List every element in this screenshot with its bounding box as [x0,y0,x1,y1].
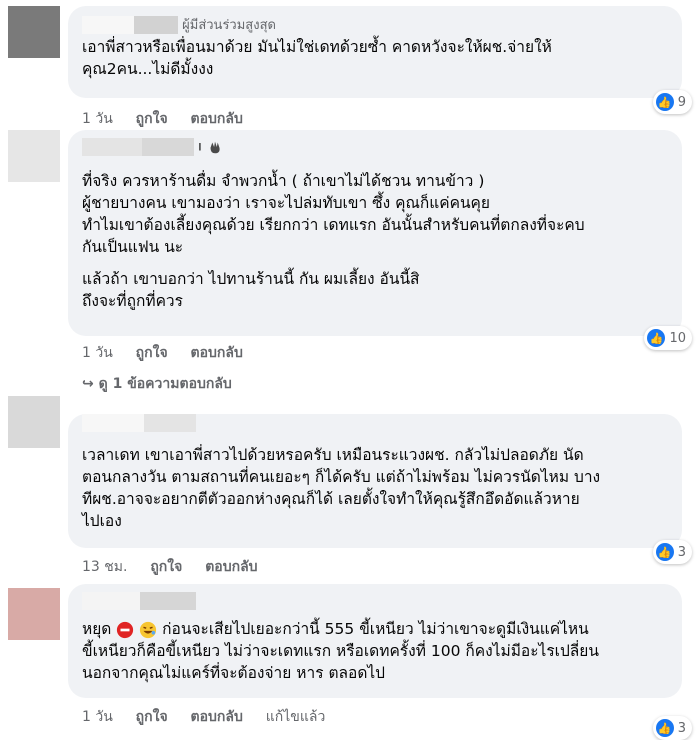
author-name-suffix: ı [198,139,202,155]
comment-bubble: ı ที่จริง ควรหาร้านดื่ม จำพวกน้ำ ( ถ้าเข… [68,130,682,336]
comment-meta: 13 ชม. ถูกใจ ตอบกลับ [82,556,276,578]
author-name-blurred[interactable] [134,15,178,34]
avatar[interactable] [8,588,60,640]
comment-meta: 1 วัน ถูกใจ ตอบกลับ แก้ไขแล้ว [82,706,343,728]
timestamp[interactable]: 1 วัน [82,709,113,725]
edited-label: แก้ไขแล้ว [265,709,326,725]
comment-meta: 1 วัน ถูกใจ ตอบกลับ [82,342,261,364]
author-name-blurred[interactable] [144,414,196,432]
view-replies-link[interactable]: ↪ ดู 1 ข้อความตอบกลับ [82,373,232,395]
comment-text-start: หยุด [82,620,112,638]
reply-button[interactable]: ตอบกลับ [191,111,243,127]
like-icon: 👍 [655,719,674,737]
reaction-count[interactable]: 👍 3 [652,716,692,740]
reaction-number: 9 [677,94,686,110]
comment-author[interactable]: ı [82,138,668,160]
comment-author[interactable] [82,592,668,614]
comment-bubble: หยุด ก่อนจะเสียไปเยอะกว่านี้ 555 ขี้เหนี… [68,584,682,698]
comment-bubble: เวลาเดท เขาเอาพี่สาวไปด้วยหรอครับ เหมือน… [68,414,682,548]
timestamp[interactable]: 13 ชม. [82,559,127,575]
reply-button[interactable]: ตอบกลับ [191,345,243,361]
like-icon: 👍 [655,93,674,111]
top-contributor-badge: ผู้มีส่วนร่วมสูงสุด [182,18,276,33]
reply-button[interactable]: ตอบกลับ [205,559,257,575]
comment-meta: 1 วัน ถูกใจ ตอบกลับ [82,108,261,130]
like-button[interactable]: ถูกใจ [136,709,168,725]
reaction-count[interactable]: 👍 3 [652,540,692,564]
reaction-number: 3 [677,544,686,560]
view-replies-label: ดู 1 ข้อความตอบกลับ [98,376,232,392]
reaction-count[interactable]: 👍 9 [652,90,692,114]
comment-text: ที่จริง ควรหาร้านดื่ม จำพวกน้ำ ( ถ้าเขาไ… [82,172,585,256]
like-button[interactable]: ถูกใจ [136,345,168,361]
wave-hand-icon [210,141,220,154]
author-name-blurred[interactable] [82,592,140,610]
like-button[interactable]: ถูกใจ [136,111,168,127]
like-icon: 👍 [655,543,674,561]
avatar[interactable] [8,130,60,182]
comment-text: แล้วถ้า เขาบอกว่า ไปทานร้านนี้ กัน ผมเลี… [82,270,420,310]
timestamp[interactable]: 1 วัน [82,345,113,361]
comment-author[interactable] [82,414,668,436]
reaction-number: 10 [669,330,686,346]
like-icon: 👍 [647,329,666,347]
timestamp[interactable]: 1 วัน [82,111,113,127]
author-name-blurred[interactable] [140,592,196,610]
author-name-blurred[interactable] [82,138,142,156]
comment-author[interactable]: ผู้มีส่วนร่วมสูงสุด [82,14,668,36]
avatar[interactable] [8,6,60,58]
like-button[interactable]: ถูกใจ [150,559,182,575]
laughing-emoji-icon [140,621,157,638]
author-name-blurred[interactable] [142,138,194,156]
reply-arrow-icon: ↪ [82,376,94,392]
author-name-blurred[interactable] [82,15,134,34]
author-name-blurred[interactable] [82,414,144,432]
comment-text: เวลาเดท เขาเอาพี่สาวไปด้วยหรอครับ เหมือน… [82,446,601,530]
comment-text: หยุด ก่อนจะเสียไปเยอะกว่านี้ 555 ขี้เหนี… [82,618,668,684]
reply-button[interactable]: ตอบกลับ [191,709,243,725]
reaction-count[interactable]: 👍 10 [644,326,692,350]
comment-text-rest: ก่อนจะเสียไปเยอะกว่านี้ 555 ขี้เหนียว ไม… [82,620,599,682]
avatar[interactable] [8,396,60,448]
comment-text: เอาพี่สาวหรือเพื่อนมาด้วย มันไม่ใช่เดทด้… [82,38,552,78]
stop-sign-icon [117,621,134,638]
comment-bubble: ผู้มีส่วนร่วมสูงสุด เอาพี่สาวหรือเพื่อนม… [68,6,682,98]
reaction-number: 3 [677,720,686,736]
